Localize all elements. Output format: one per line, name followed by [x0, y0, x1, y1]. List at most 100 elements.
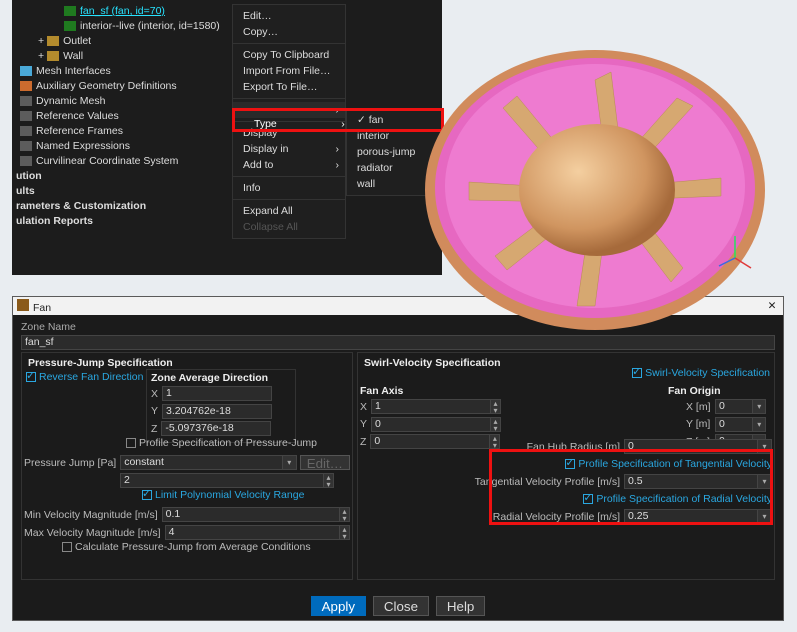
- limit-poly-checkbox[interactable]: Limit Polynomial Velocity Range: [142, 489, 304, 501]
- ctx-export-file[interactable]: Export To File…: [233, 79, 345, 95]
- dropdown-arrow-icon[interactable]: ▾: [758, 439, 772, 454]
- refframes-icon: [20, 126, 32, 136]
- spinner-icon[interactable]: ▴▾: [340, 525, 350, 540]
- apply-button[interactable]: Apply: [311, 596, 366, 616]
- tree-item-dynamic-mesh[interactable]: Dynamic Mesh: [16, 94, 222, 109]
- pressure-jump-value-input[interactable]: 2: [120, 473, 324, 488]
- dropdown-arrow-icon[interactable]: ▾: [758, 509, 772, 524]
- radial-profile-label: Radial Velocity Profile [m/s]: [360, 511, 620, 523]
- type-wall[interactable]: wall: [347, 176, 441, 192]
- tree-item-fan-sf[interactable]: fan_sf (fan, id=70): [16, 4, 222, 19]
- fan-axis-heading: Fan Axis: [360, 385, 520, 397]
- calc-pj-avg-checkbox[interactable]: Calculate Pressure-Jump from Average Con…: [62, 541, 311, 553]
- dialog-footer: Apply Close Help: [13, 596, 783, 616]
- type-fan[interactable]: fan: [347, 112, 441, 128]
- hub-radius-input[interactable]: 0: [624, 439, 758, 454]
- tree-item-solution[interactable]: ution: [16, 169, 222, 184]
- type-interior[interactable]: interior: [347, 128, 441, 144]
- edit-button[interactable]: Edit…: [300, 455, 350, 470]
- reverse-fan-direction-checkbox[interactable]: Reverse Fan Direction: [26, 371, 143, 383]
- fan-origin-x-input[interactable]: 0: [715, 399, 753, 414]
- zone-avg-z-input[interactable]: -5.097376e-18: [161, 421, 271, 436]
- mesh-icon: [20, 66, 32, 76]
- dialog-titlebar[interactable]: Fan ✕: [13, 297, 783, 315]
- tree-item-wall[interactable]: + Wall: [16, 49, 222, 64]
- grid-icon: [64, 6, 76, 16]
- z-label: Z: [151, 423, 157, 435]
- tree-item-label: Dynamic Mesh: [36, 95, 105, 107]
- tree-item-results[interactable]: ults: [16, 184, 222, 199]
- tree-item-params-custom[interactable]: rameters & Customization: [16, 199, 222, 214]
- fan-icon: [17, 299, 29, 311]
- dropdown-arrow-icon[interactable]: ▾: [758, 474, 772, 489]
- boundary-icon: [47, 51, 59, 61]
- tree-item-label: Reference Values: [36, 110, 119, 122]
- type-radiator[interactable]: radiator: [347, 160, 441, 176]
- tree-item-mesh-interfaces[interactable]: Mesh Interfaces: [16, 64, 222, 79]
- pressure-jump-method-select[interactable]: constant: [120, 455, 283, 470]
- ctx-copy[interactable]: Copy…: [233, 24, 345, 40]
- checkbox-label: Calculate Pressure-Jump from Average Con…: [75, 541, 311, 553]
- min-vel-label: Min Velocity Magnitude [m/s]: [24, 509, 158, 521]
- type-porous-jump[interactable]: porous-jump: [347, 144, 441, 160]
- dropdown-arrow-icon[interactable]: ▾: [753, 417, 766, 432]
- tree-item-aux-geom[interactable]: Auxiliary Geometry Definitions: [16, 79, 222, 94]
- fan-origin-y-input[interactable]: 0: [715, 417, 753, 432]
- dropdown-arrow-icon[interactable]: ▾: [283, 455, 297, 470]
- max-vel-label: Max Velocity Magnitude [m/s]: [24, 527, 161, 539]
- dialog-title: Fan: [33, 302, 51, 314]
- spinner-icon[interactable]: ▴▾: [340, 507, 350, 522]
- ctx-add-to[interactable]: Add to: [233, 157, 345, 173]
- coord-icon: [20, 156, 32, 166]
- tree-item-named-expr[interactable]: Named Expressions: [16, 139, 222, 154]
- min-vel-input[interactable]: 0.1: [162, 507, 340, 522]
- radial-profile-input[interactable]: 0.25: [624, 509, 758, 524]
- tree-item-ref-values[interactable]: Reference Values: [16, 109, 222, 124]
- checkbox-label: Limit Polynomial Velocity Range: [155, 489, 304, 501]
- checkbox-label: Swirl-Velocity Specification: [645, 367, 770, 379]
- grid-icon: [64, 21, 76, 31]
- help-button[interactable]: Help: [436, 596, 485, 616]
- dialog-close-button[interactable]: ✕: [765, 300, 779, 312]
- ctx-type-highlight[interactable]: Type: [244, 116, 351, 132]
- dropdown-arrow-icon[interactable]: ▾: [753, 399, 766, 414]
- spinner-icon[interactable]: ▴▾: [324, 473, 334, 488]
- max-vel-input[interactable]: 4: [165, 525, 340, 540]
- close-button[interactable]: Close: [373, 596, 429, 616]
- ctx-import-file[interactable]: Import From File…: [233, 63, 345, 79]
- fan-axis-x-input[interactable]: 1: [371, 399, 491, 414]
- ctx-info[interactable]: Info: [233, 180, 345, 196]
- ctx-copy-clipboard[interactable]: Copy To Clipboard: [233, 47, 345, 63]
- zone-name-input[interactable]: fan_sf: [21, 335, 775, 350]
- y-label: Y: [360, 418, 367, 430]
- geom-icon: [20, 81, 32, 91]
- ctx-expand-all[interactable]: Expand All: [233, 203, 345, 219]
- ctx-display-in[interactable]: Display in: [233, 141, 345, 157]
- pressure-jump-label: Pressure Jump [Pa]: [24, 457, 116, 469]
- tree-item-outlet[interactable]: + Outlet: [16, 34, 222, 49]
- zone-avg-y-input[interactable]: 3.204762e-18: [162, 404, 272, 419]
- tree-panel: fan_sf (fan, id=70) interior--live (inte…: [12, 0, 442, 275]
- checkbox-label: Profile Specification of Pressure-Jump: [139, 437, 317, 449]
- tree-item-sim-reports[interactable]: ulation Reports: [16, 214, 222, 229]
- ctx-edit[interactable]: Edit…: [233, 8, 345, 24]
- x-label: X: [360, 401, 367, 413]
- fan-axis-y-input[interactable]: 0: [371, 417, 491, 432]
- zone-avg-x-input[interactable]: 1: [162, 386, 272, 401]
- ctx-collapse-all[interactable]: Collapse All: [233, 219, 345, 235]
- spinner-icon[interactable]: ▴▾: [491, 399, 501, 414]
- spinner-icon[interactable]: ▴▾: [491, 417, 501, 432]
- pressure-jump-section: Pressure-Jump Specification Reverse Fan …: [21, 352, 353, 580]
- profile-tangential-checkbox[interactable]: Profile Specification of Tangential Velo…: [565, 458, 772, 470]
- ctx-separator: [233, 43, 345, 44]
- checkbox-label: Profile Specification of Tangential Velo…: [578, 458, 772, 470]
- profile-pj-checkbox[interactable]: Profile Specification of Pressure-Jump: [126, 437, 317, 449]
- tree-item-ref-frames[interactable]: Reference Frames: [16, 124, 222, 139]
- swirl-velocity-spec-checkbox[interactable]: Swirl-Velocity Specification: [632, 367, 770, 379]
- x-label: X [m]: [686, 401, 711, 413]
- profile-radial-checkbox[interactable]: Profile Specification of Radial Velocity: [583, 493, 772, 505]
- tangential-profile-input[interactable]: 0.5: [624, 474, 758, 489]
- tree-item-curv-coord[interactable]: Curvilinear Coordinate System: [16, 154, 222, 169]
- tree-item-interior[interactable]: interior--live (interior, id=1580): [16, 19, 222, 34]
- ctx-separator: [233, 176, 345, 177]
